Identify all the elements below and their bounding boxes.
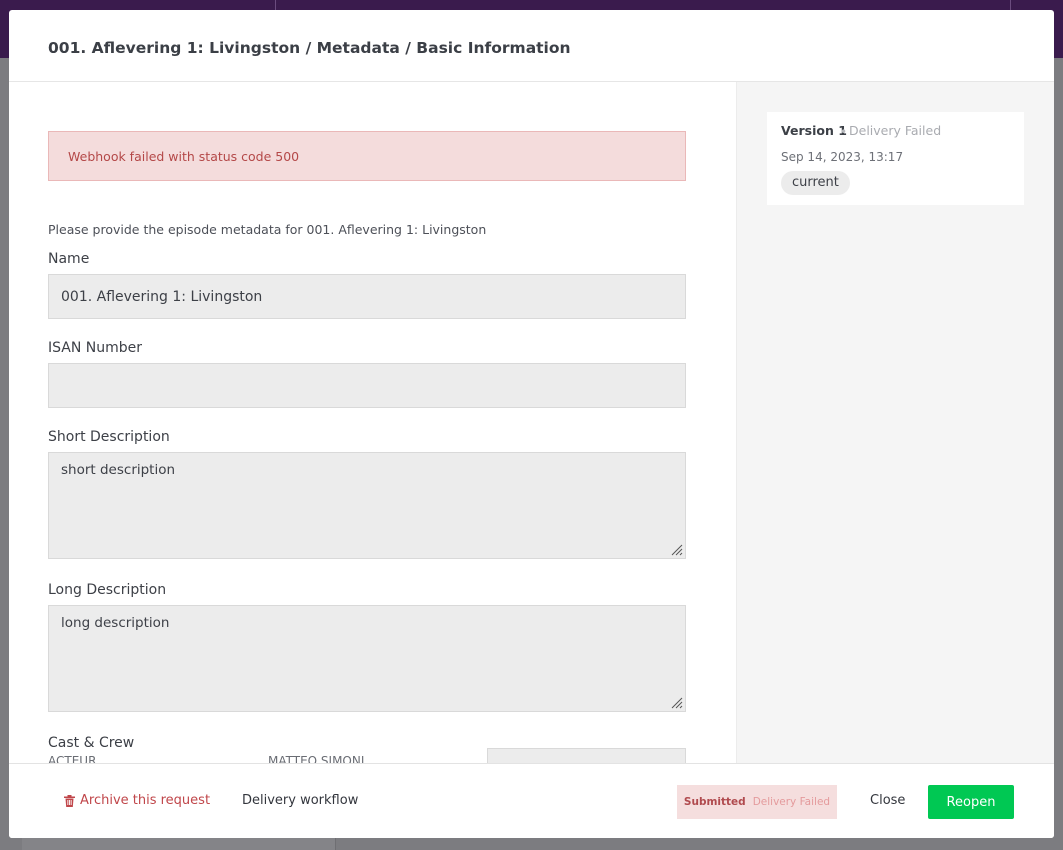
modal-header: 001. Aflevering 1: Livingston / Metadata…	[9, 10, 1054, 82]
modal-footer: Archive this request Delivery workflow S…	[9, 763, 1054, 838]
version-card[interactable]: Version 1 • Delivery Failed Sep 14, 2023…	[767, 112, 1024, 205]
resize-grip-icon[interactable]	[669, 695, 683, 709]
long-description-textarea[interactable]: long description	[48, 605, 686, 712]
archive-request-label: Archive this request	[80, 793, 211, 808]
delivery-workflow-button[interactable]: Delivery workflow	[242, 793, 358, 808]
cast-crew-label: Cast & Crew	[48, 735, 135, 751]
short-description-textarea[interactable]: short description	[48, 452, 686, 559]
current-badge: current	[781, 171, 850, 195]
metadata-form: Webhook failed with status code 500 Plea…	[9, 82, 736, 763]
form-intro: Please provide the episode metadata for …	[48, 222, 487, 237]
archive-request-button[interactable]: Archive this request	[64, 793, 210, 808]
status-delivery-failed: Delivery Failed	[752, 796, 831, 808]
close-button[interactable]: Close	[870, 793, 905, 808]
version-sidebar: Version 1 • Delivery Failed Sep 14, 2023…	[736, 82, 1054, 763]
resize-grip-icon[interactable]	[669, 542, 683, 556]
cast-role: ACTEUR	[48, 754, 97, 763]
request-modal: 001. Aflevering 1: Livingston / Metadata…	[9, 10, 1054, 838]
webhook-error-alert: Webhook failed with status code 500	[48, 131, 686, 181]
reopen-button[interactable]: Reopen	[928, 785, 1014, 819]
version-status: Delivery Failed	[849, 123, 942, 138]
version-title: Version 1	[781, 123, 847, 138]
version-date: Sep 14, 2023, 13:17	[781, 150, 904, 164]
isan-label: ISAN Number	[48, 340, 143, 356]
version-separator: •	[840, 125, 848, 139]
cast-name: MATTEO SIMONI	[268, 754, 365, 763]
name-input[interactable]	[48, 274, 686, 319]
status-submitted: Submitted	[683, 796, 746, 808]
cast-input[interactable]	[487, 748, 686, 763]
request-status-badge: Submitted Delivery Failed	[677, 785, 837, 819]
trash-icon	[64, 794, 75, 807]
long-description-label: Long Description	[48, 582, 167, 598]
short-description-label: Short Description	[48, 429, 170, 445]
modal-title: 001. Aflevering 1: Livingston / Metadata…	[48, 39, 571, 57]
name-label: Name	[48, 251, 90, 267]
isan-input[interactable]	[48, 363, 686, 408]
